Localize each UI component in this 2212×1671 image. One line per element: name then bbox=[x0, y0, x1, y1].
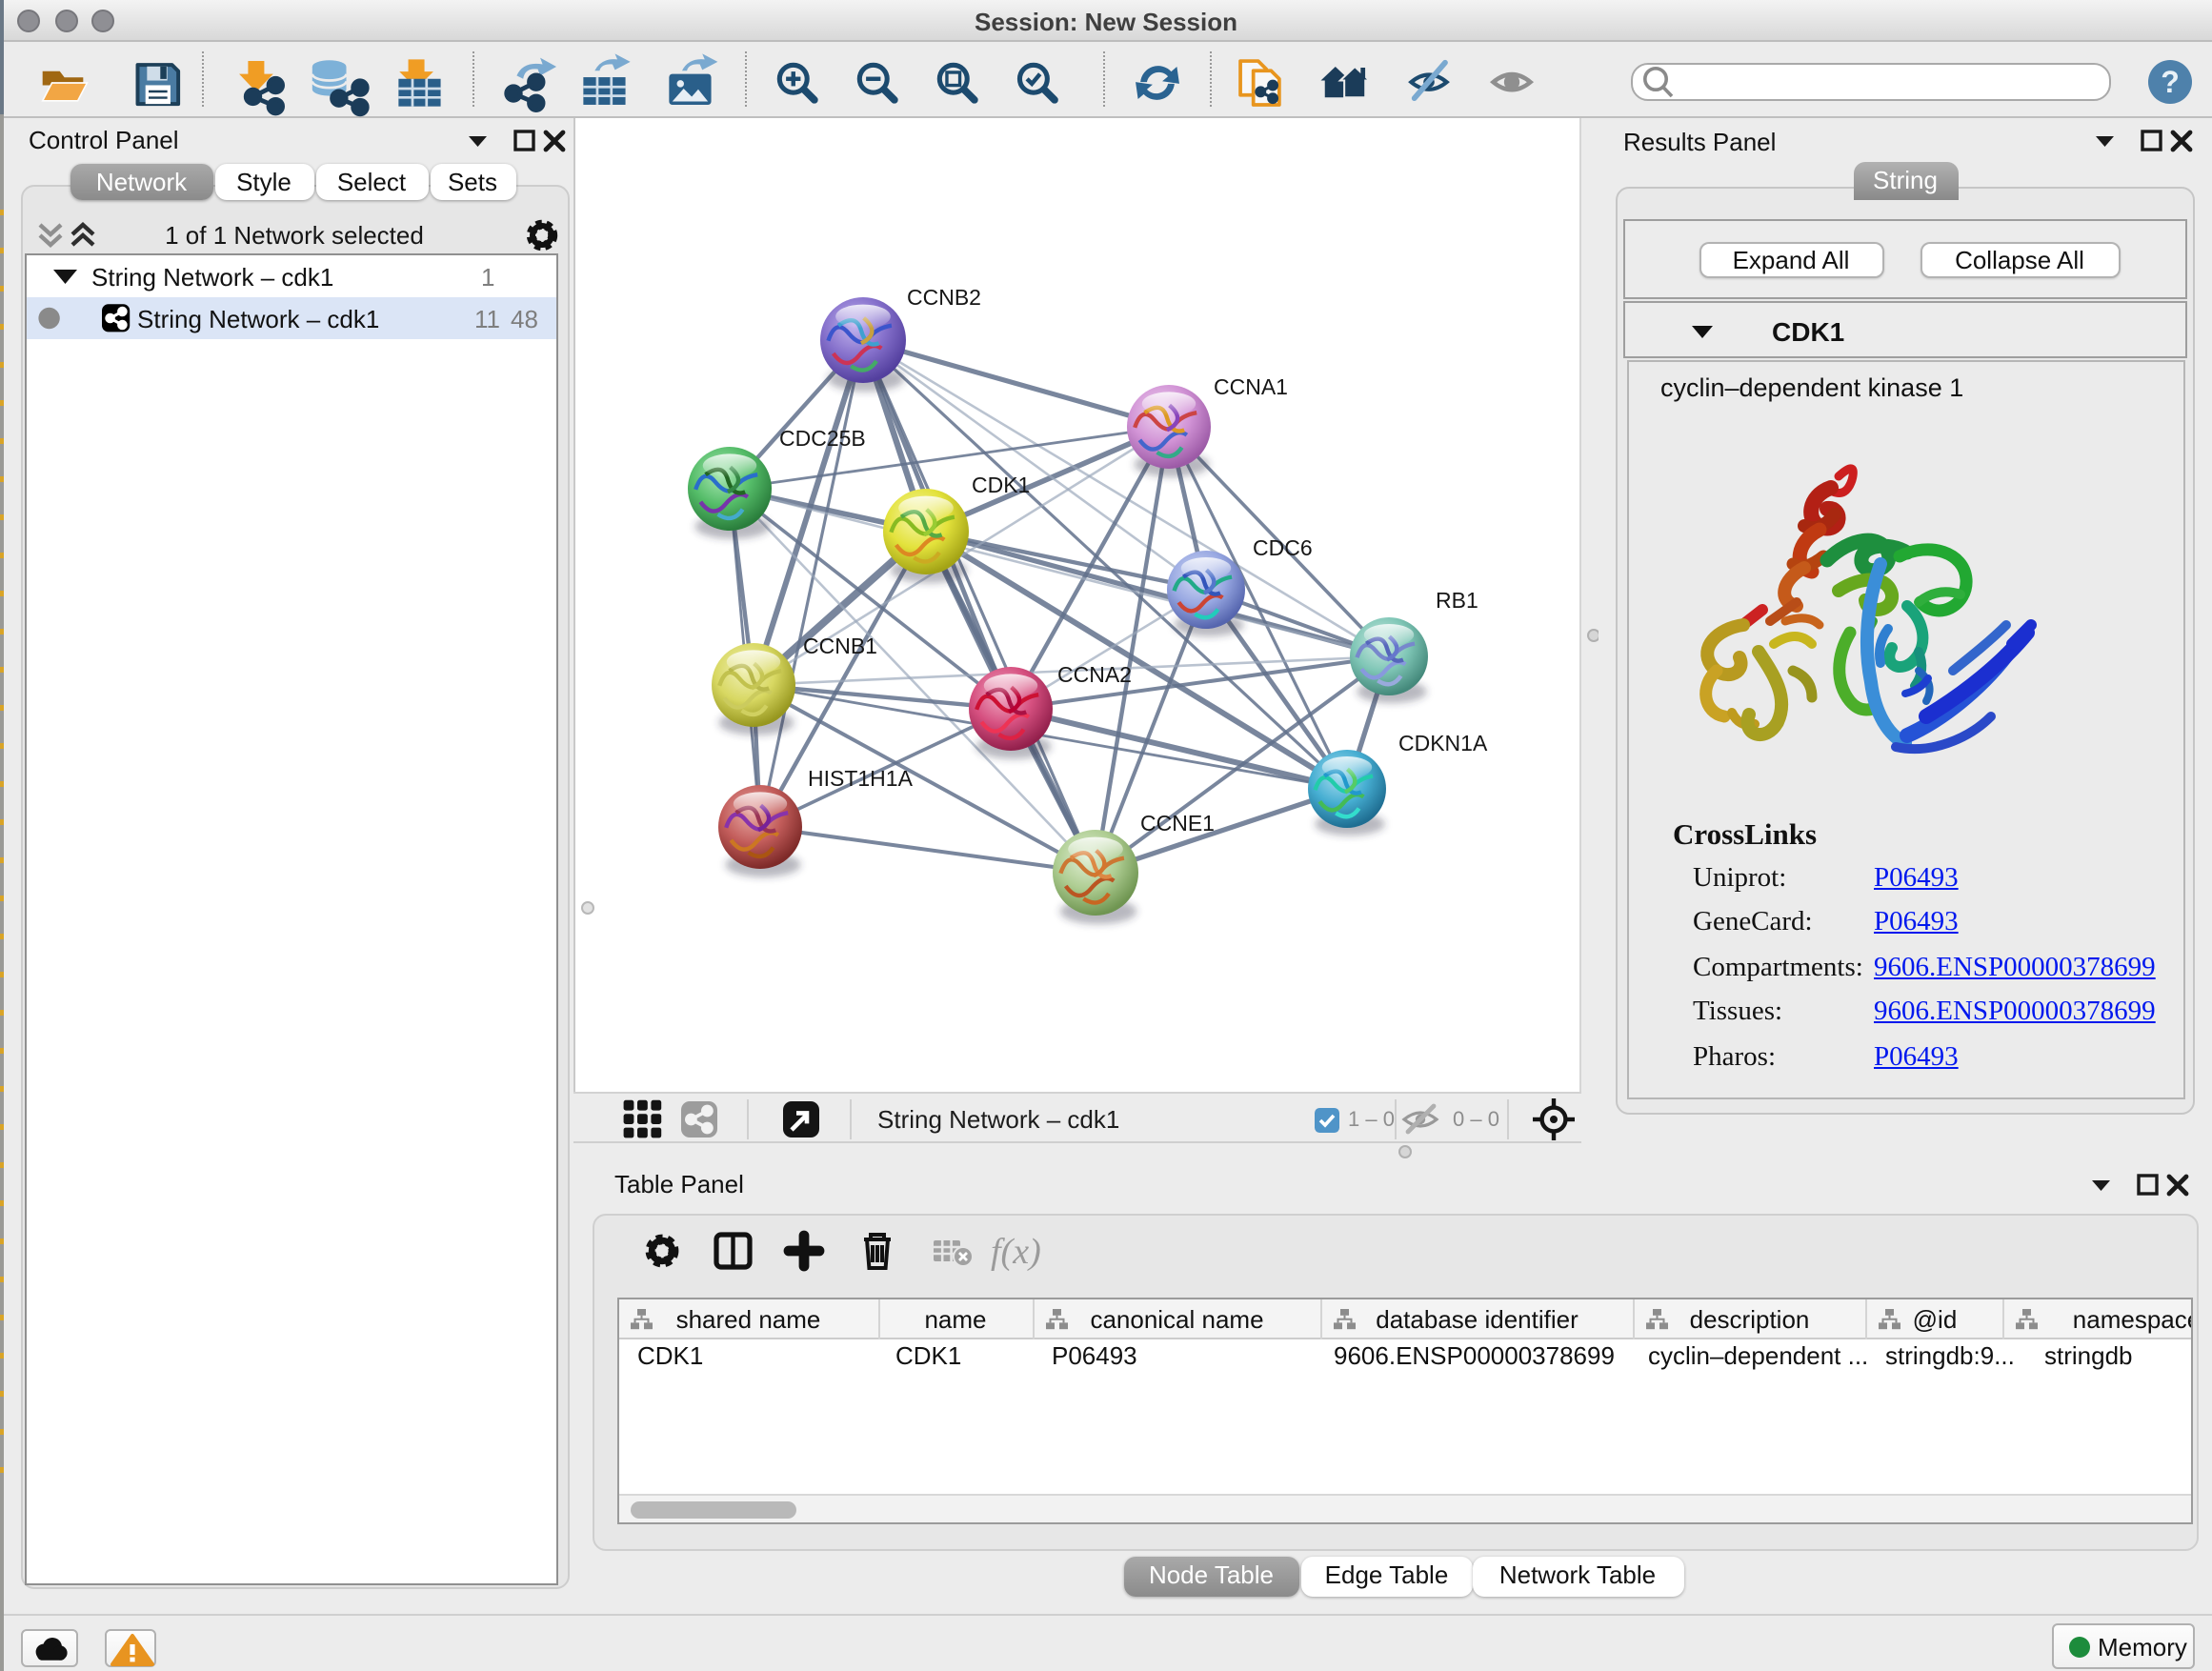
svg-text:?: ? bbox=[2161, 65, 2180, 99]
svg-text:CDK1: CDK1 bbox=[971, 473, 1029, 497]
svg-text:CCNE1: CCNE1 bbox=[1139, 811, 1214, 836]
svg-text:f(x): f(x) bbox=[991, 1232, 1041, 1272]
svg-text:CCNB2: CCNB2 bbox=[906, 285, 980, 310]
svg-text:HIST1H1A: HIST1H1A bbox=[807, 766, 913, 791]
svg-text:CDKN1A: CDKN1A bbox=[1398, 731, 1487, 755]
svg-text:CCNB1: CCNB1 bbox=[802, 634, 876, 658]
svg-text:CCNA2: CCNA2 bbox=[1056, 662, 1131, 687]
svg-text:CDC25B: CDC25B bbox=[778, 426, 865, 451]
svg-text:CCNA1: CCNA1 bbox=[1213, 374, 1287, 399]
svg-text:RB1: RB1 bbox=[1435, 588, 1478, 613]
svg-text:CDC6: CDC6 bbox=[1252, 535, 1312, 560]
